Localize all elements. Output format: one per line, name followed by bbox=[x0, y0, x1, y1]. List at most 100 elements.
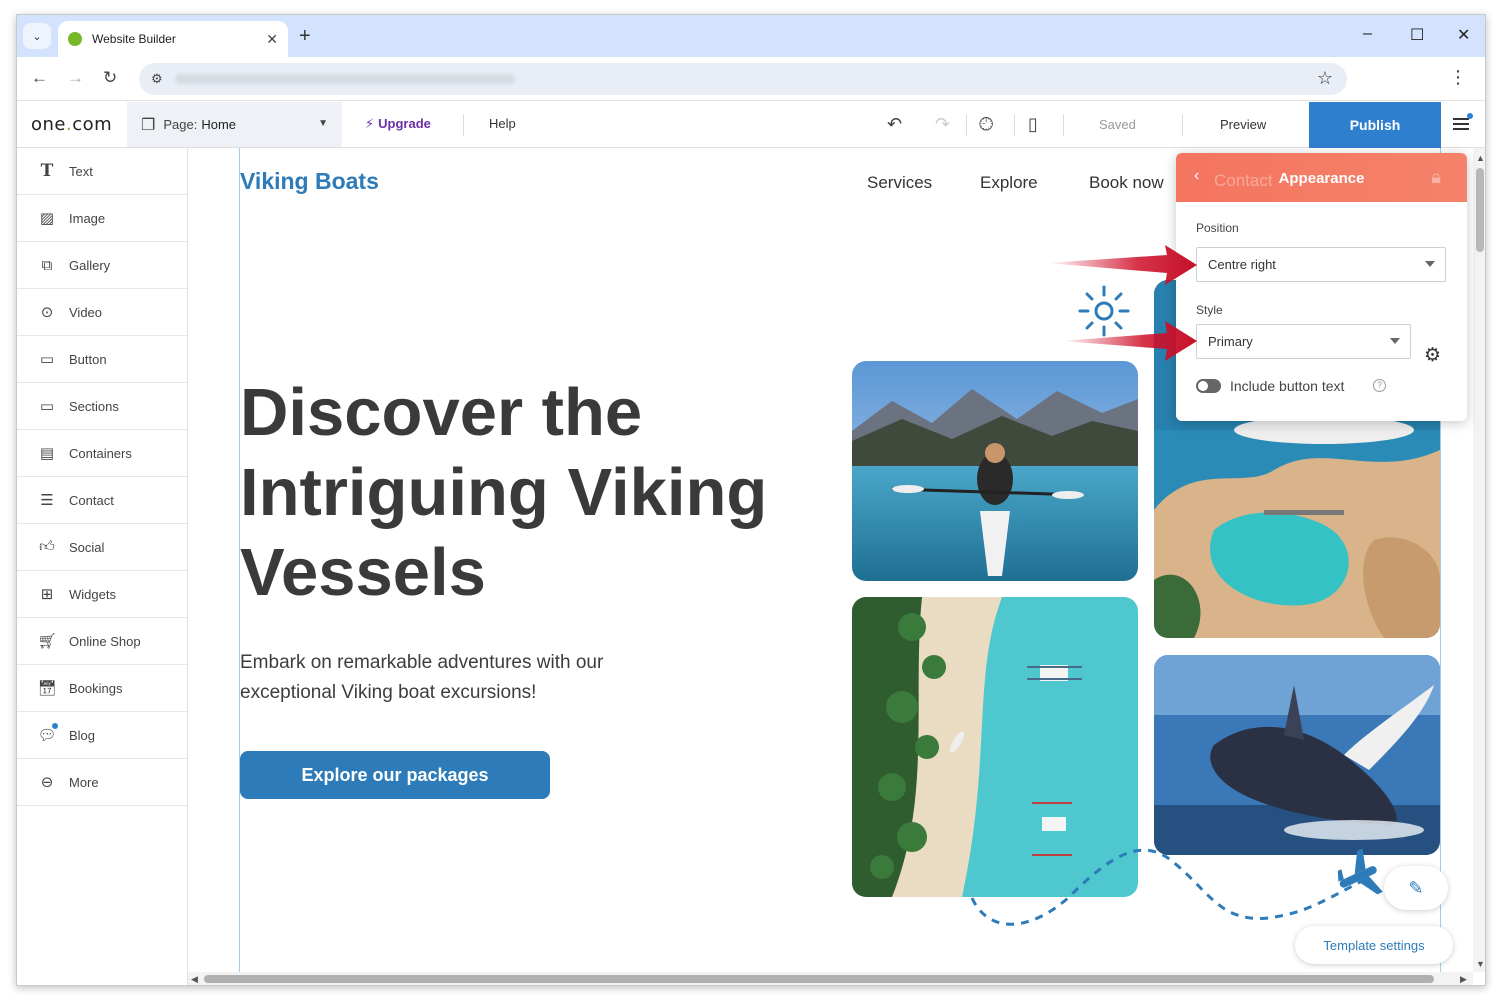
preview-button[interactable]: Preview bbox=[1220, 117, 1266, 132]
whale-photo[interactable] bbox=[1154, 655, 1440, 855]
site-info-icon[interactable]: ⚙ bbox=[151, 71, 163, 87]
gear-icon[interactable]: ⚙ bbox=[1424, 344, 1441, 367]
nav-link-book-now[interactable]: Book now bbox=[1089, 173, 1164, 193]
maximize-button[interactable]: ☐ bbox=[1410, 25, 1424, 45]
tab-close-icon[interactable]: ✕ bbox=[266, 31, 278, 48]
undo-icon[interactable]: ↶ bbox=[887, 114, 902, 135]
sidebar-item-more[interactable]: ⊖ More bbox=[17, 759, 187, 806]
style-select[interactable]: Primary bbox=[1196, 324, 1411, 359]
more-icon: ⊖ bbox=[40, 774, 54, 791]
saved-status: Saved bbox=[1099, 117, 1136, 132]
position-value: Centre right bbox=[1208, 257, 1276, 272]
sidebar-item-widgets[interactable]: ⊞ Widgets bbox=[17, 571, 187, 618]
reload-icon[interactable]: ↻ bbox=[103, 68, 117, 88]
browser-tab[interactable]: Website Builder ✕ bbox=[58, 21, 288, 57]
tab-strip: ⌄ Website Builder ✕ + – ☐ ✕ bbox=[17, 15, 1485, 57]
explore-packages-button[interactable]: Explore our packages bbox=[240, 751, 550, 799]
sidebar-item-contact[interactable]: ☰ Contact bbox=[17, 477, 187, 524]
chevron-down-icon: ⌄ bbox=[32, 30, 42, 43]
appearance-panel: ‹ Contact Appearance 🔒︎ Position Centre … bbox=[1176, 153, 1467, 421]
include-button-text-label: Include button text bbox=[1230, 378, 1345, 394]
social-icon: 👍︎ bbox=[39, 538, 55, 555]
upgrade-button[interactable]: ⚡ Upgrade bbox=[365, 116, 431, 132]
address-bar: ← → ↻ ⚙ ☆ ⋮ bbox=[17, 57, 1485, 101]
element-sidebar: T Text ▨ Image ⧉ Gallery ⊙ Video ▭ Button ▭ Se… bbox=[17, 148, 188, 985]
sidebar-item-video[interactable]: ⊙ Video bbox=[17, 289, 187, 336]
caret-down-icon bbox=[1425, 261, 1435, 267]
appearance-title: Appearance bbox=[1278, 170, 1365, 187]
panel-toggle-icon[interactable] bbox=[1453, 113, 1473, 133]
sidebar-item-text[interactable]: T Text bbox=[17, 148, 187, 195]
page-icon: ❐ bbox=[141, 116, 156, 134]
browser-menu-icon[interactable]: ⋮ bbox=[1449, 67, 1467, 88]
sidebar-item-blog[interactable]: 💬︎ Blog bbox=[17, 712, 187, 759]
sidebar-item-social[interactable]: 👍︎ Social bbox=[17, 524, 187, 571]
browser-window: ⌄ Website Builder ✕ + – ☐ ✕ ← → ↻ ⚙ ☆ ⋮ … bbox=[16, 14, 1486, 986]
design-panel-button[interactable]: ✎ bbox=[1384, 866, 1448, 910]
page-name: Home bbox=[201, 117, 237, 132]
close-window-button[interactable]: ✕ bbox=[1457, 25, 1470, 45]
new-tab-button[interactable]: + bbox=[299, 26, 311, 46]
site-logo[interactable]: Viking Boats bbox=[240, 168, 379, 195]
sidebar-item-containers[interactable]: ▤ Containers bbox=[17, 430, 187, 477]
sidebar-item-button[interactable]: ▭ Button bbox=[17, 336, 187, 383]
help-icon[interactable]: ? bbox=[1373, 379, 1386, 392]
hero-subtitle[interactable]: Embark on remarkable adventures with our… bbox=[240, 648, 660, 708]
cart-icon: 🛒︎ bbox=[37, 633, 57, 650]
video-icon: ⊙ bbox=[40, 304, 54, 321]
gallery-icon: ⧉ bbox=[41, 256, 53, 274]
sidebar-item-gallery[interactable]: ⧉ Gallery bbox=[17, 242, 187, 289]
template-settings-button[interactable]: Template settings bbox=[1295, 926, 1453, 964]
containers-icon: ▤ bbox=[39, 445, 55, 462]
style-label: Style bbox=[1196, 303, 1223, 317]
annotation-arrow-position bbox=[1047, 245, 1197, 285]
position-select[interactable]: Centre right bbox=[1196, 247, 1446, 282]
help-link[interactable]: Help bbox=[489, 116, 516, 131]
mobile-view-icon[interactable]: ▯ bbox=[1028, 114, 1038, 135]
kayak-photo[interactable] bbox=[852, 361, 1138, 581]
widgets-icon: ⊞ bbox=[40, 586, 54, 603]
blog-notification-dot bbox=[52, 723, 58, 729]
button-icon: ▭ bbox=[39, 351, 55, 368]
sidebar-item-bookings[interactable]: 📅︎ Bookings bbox=[17, 665, 187, 712]
bolt-icon: ⚡ bbox=[365, 116, 375, 131]
vertical-scrollbar[interactable]: ▲ ▼ bbox=[1473, 148, 1485, 972]
style-value: Primary bbox=[1208, 334, 1253, 349]
page-label: Page: bbox=[163, 117, 198, 132]
sidebar-item-image[interactable]: ▨ Image bbox=[17, 195, 187, 242]
annotation-arrow-style bbox=[1061, 321, 1197, 361]
text-icon: T bbox=[40, 161, 54, 181]
appearance-panel-header: ‹ Contact Appearance 🔒︎ bbox=[1176, 153, 1467, 202]
url-field[interactable]: ⚙ ☆ bbox=[139, 63, 1347, 95]
page-selector[interactable]: ❐ Page: Home ▼ bbox=[127, 102, 342, 147]
back-icon[interactable]: ← bbox=[31, 68, 48, 88]
horizontal-scrollbar[interactable]: ◀ ▶ bbox=[188, 972, 1473, 985]
history-icon[interactable]: 🕘︎ bbox=[979, 114, 993, 135]
publish-button[interactable]: Publish bbox=[1309, 102, 1441, 148]
favicon-icon bbox=[68, 32, 82, 46]
hero-title[interactable]: Discover the Intriguing Viking Vessels bbox=[240, 373, 780, 613]
sections-icon: ▭ bbox=[39, 398, 55, 415]
redo-icon[interactable]: ↷ bbox=[935, 114, 950, 135]
minimize-button[interactable]: – bbox=[1363, 25, 1372, 43]
caret-down-icon: ▼ bbox=[318, 118, 328, 129]
forward-icon[interactable]: → bbox=[67, 68, 84, 88]
palette-icon: ✎ bbox=[1408, 877, 1424, 898]
sidebar-item-online-shop[interactable]: 🛒︎ Online Shop bbox=[17, 618, 187, 665]
bag-icon: 🔒︎ bbox=[1431, 167, 1441, 187]
sidebar-item-sections[interactable]: ▭ Sections bbox=[17, 383, 187, 430]
position-label: Position bbox=[1196, 221, 1239, 235]
tab-search-button[interactable]: ⌄ bbox=[23, 23, 51, 49]
image-icon: ▨ bbox=[39, 210, 55, 227]
caret-down-icon bbox=[1390, 338, 1400, 344]
nav-link-explore[interactable]: Explore bbox=[980, 173, 1038, 193]
include-button-text-toggle[interactable] bbox=[1196, 379, 1221, 393]
onecom-logo: one.com bbox=[31, 114, 113, 135]
contact-icon: ☰ bbox=[40, 492, 54, 509]
blurred-url bbox=[175, 74, 515, 84]
airplane-icon bbox=[1337, 848, 1383, 895]
tab-title: Website Builder bbox=[92, 32, 176, 46]
nav-link-services[interactable]: Services bbox=[867, 173, 932, 193]
bookmark-star-icon[interactable]: ☆ bbox=[1317, 68, 1333, 89]
builder-toolbar: one.com ❐ Page: Home ▼ ⚡ Upgrade Help ↶ ↷… bbox=[17, 102, 1485, 148]
